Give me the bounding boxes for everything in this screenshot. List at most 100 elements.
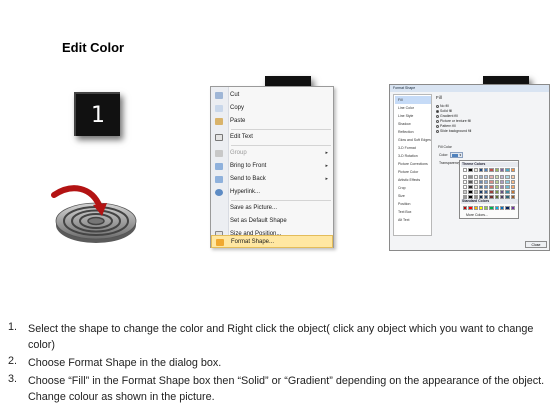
color-swatch[interactable] xyxy=(489,185,494,189)
category-line-style[interactable]: Line Style xyxy=(395,112,431,120)
color-swatch[interactable] xyxy=(494,185,500,189)
color-swatch[interactable] xyxy=(484,180,489,184)
color-picker-button[interactable]: ▾ xyxy=(450,152,463,158)
color-swatch[interactable] xyxy=(473,180,478,184)
category-3d-rotation[interactable]: 3-D Rotation xyxy=(395,152,431,160)
menu-item-format-shape[interactable]: Format Shape... xyxy=(211,235,333,248)
color-swatch[interactable] xyxy=(484,206,489,210)
color-swatch[interactable] xyxy=(500,175,505,179)
category-picture-color[interactable]: Picture Color xyxy=(395,168,431,176)
color-swatch[interactable] xyxy=(489,180,494,184)
solid-fill-radio[interactable]: Solid fill xyxy=(436,109,452,113)
color-swatch[interactable] xyxy=(484,175,489,179)
color-swatch[interactable] xyxy=(484,185,489,189)
gradient-fill-radio[interactable]: Gradient fill xyxy=(436,114,458,118)
menu-item-cut[interactable]: Cut xyxy=(211,89,333,102)
theme-colors-header: Theme Colors xyxy=(461,162,518,167)
more-colors-option[interactable]: More Colors... xyxy=(466,213,488,217)
menu-item-set-default-shape[interactable]: Set as Default Shape xyxy=(211,215,333,228)
color-swatch[interactable] xyxy=(494,175,500,179)
color-swatch[interactable] xyxy=(473,190,478,194)
color-swatch[interactable] xyxy=(494,190,500,194)
menu-item-save-as-picture[interactable]: Save as Picture... xyxy=(211,202,333,215)
color-swatch[interactable] xyxy=(468,185,473,189)
color-swatch[interactable] xyxy=(505,180,510,184)
color-swatch[interactable] xyxy=(505,175,510,179)
category-position[interactable]: Position xyxy=(395,200,431,208)
color-swatch[interactable] xyxy=(468,175,473,179)
color-swatch[interactable] xyxy=(494,168,500,172)
color-swatch[interactable] xyxy=(510,180,515,184)
color-swatch[interactable] xyxy=(473,185,478,189)
color-swatch[interactable] xyxy=(478,180,484,184)
picture-fill-radio[interactable]: Picture or texture fill xyxy=(436,119,471,123)
color-swatch[interactable] xyxy=(473,168,478,172)
category-picture-corrections[interactable]: Picture Corrections xyxy=(395,160,431,168)
color-swatch[interactable] xyxy=(500,190,505,194)
category-crop[interactable]: Crop xyxy=(395,184,431,192)
menu-item-group[interactable]: Group ▸ xyxy=(211,147,333,160)
color-swatch[interactable] xyxy=(494,206,500,210)
menu-item-bring-to-front[interactable]: Bring to Front ▸ xyxy=(211,160,333,173)
fill-heading: Fill xyxy=(436,95,442,100)
color-swatch[interactable] xyxy=(489,168,494,172)
color-swatch[interactable] xyxy=(473,206,478,210)
color-swatch[interactable] xyxy=(500,168,505,172)
color-swatch[interactable] xyxy=(505,168,510,172)
color-swatch[interactable] xyxy=(463,190,468,194)
color-swatch[interactable] xyxy=(484,190,489,194)
color-swatch[interactable] xyxy=(468,206,473,210)
color-swatch[interactable] xyxy=(510,190,515,194)
color-swatch[interactable] xyxy=(505,185,510,189)
color-swatch[interactable] xyxy=(510,185,515,189)
category-line-color[interactable]: Line Color xyxy=(395,104,431,112)
category-size[interactable]: Size xyxy=(395,192,431,200)
slide-background-fill-radio[interactable]: Slide background fill xyxy=(436,129,471,133)
color-swatch[interactable] xyxy=(500,185,505,189)
maze-shape-image[interactable] xyxy=(50,183,142,247)
theme-colors-row xyxy=(463,185,515,189)
category-3d-format[interactable]: 3-D Format xyxy=(395,144,431,152)
color-swatch[interactable] xyxy=(463,180,468,184)
menu-item-edit-text[interactable]: Edit Text xyxy=(211,131,333,144)
color-swatch[interactable] xyxy=(468,180,473,184)
color-swatch[interactable] xyxy=(489,206,494,210)
color-swatch[interactable] xyxy=(468,168,473,172)
color-swatch[interactable] xyxy=(510,206,515,210)
color-swatch[interactable] xyxy=(478,206,484,210)
category-text-box[interactable]: Text Box xyxy=(395,208,431,216)
color-swatch[interactable] xyxy=(510,168,515,172)
color-swatch[interactable] xyxy=(463,168,468,172)
no-fill-radio[interactable]: No fill xyxy=(436,104,449,108)
color-swatch[interactable] xyxy=(484,168,489,172)
color-swatch[interactable] xyxy=(463,185,468,189)
color-swatch[interactable] xyxy=(478,190,484,194)
color-swatch[interactable] xyxy=(463,206,468,210)
color-swatch[interactable] xyxy=(478,175,484,179)
category-artistic-effects[interactable]: Artistic Effects xyxy=(395,176,431,184)
color-swatch[interactable] xyxy=(489,190,494,194)
color-swatch[interactable] xyxy=(473,175,478,179)
menu-item-paste[interactable]: Paste xyxy=(211,115,333,128)
color-swatch[interactable] xyxy=(489,175,494,179)
category-alt-text[interactable]: Alt Text xyxy=(395,216,431,224)
color-swatch[interactable] xyxy=(500,180,505,184)
color-swatch[interactable] xyxy=(468,190,473,194)
color-swatch[interactable] xyxy=(494,180,500,184)
category-glow[interactable]: Glow and Soft Edges xyxy=(395,136,431,144)
color-swatch[interactable] xyxy=(478,168,484,172)
color-swatch[interactable] xyxy=(510,175,515,179)
category-fill[interactable]: Fill xyxy=(395,96,431,104)
color-swatch[interactable] xyxy=(505,190,510,194)
category-shadow[interactable]: Shadow xyxy=(395,120,431,128)
color-swatch[interactable] xyxy=(505,206,510,210)
menu-item-send-to-back[interactable]: Send to Back ▸ xyxy=(211,173,333,186)
color-swatch[interactable] xyxy=(478,185,484,189)
color-swatch[interactable] xyxy=(500,206,505,210)
pattern-fill-radio[interactable]: Pattern fill xyxy=(436,124,456,128)
category-reflection[interactable]: Reflection xyxy=(395,128,431,136)
menu-item-copy[interactable]: Copy xyxy=(211,102,333,115)
menu-item-hyperlink[interactable]: Hyperlink... xyxy=(211,186,333,199)
color-swatch[interactable] xyxy=(463,175,468,179)
close-button[interactable]: Close xyxy=(525,241,547,248)
